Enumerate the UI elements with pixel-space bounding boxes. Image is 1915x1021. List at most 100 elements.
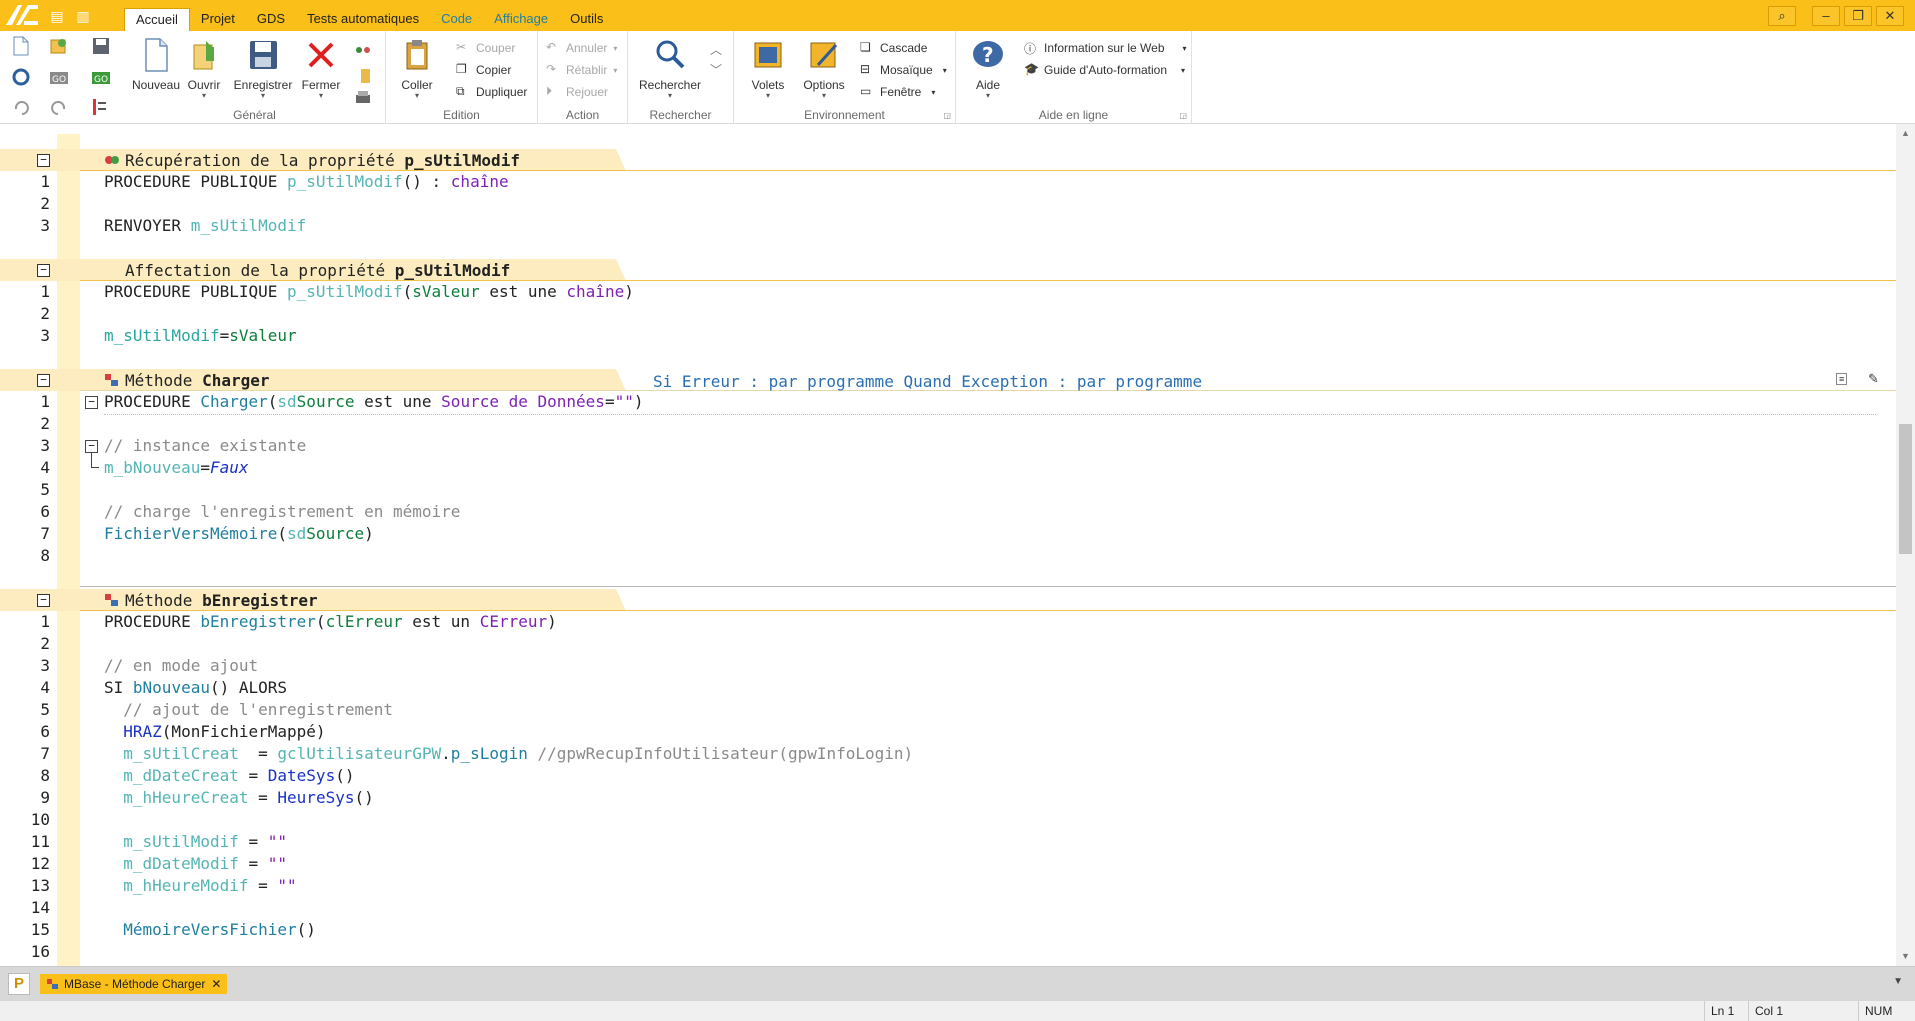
aide-button[interactable]: ? Aide ▾ [964,37,1012,103]
quick-access-window-icon[interactable]: ▤ [48,8,66,24]
print-icon[interactable] [352,87,374,109]
tab-outils[interactable]: Outils [559,8,614,31]
code-line[interactable]: 14 [0,897,1896,919]
project-button[interactable]: P [8,973,30,995]
collapse-toggle[interactable]: − [37,264,50,277]
annuler-button[interactable]: ↶ Annuler ▾ [546,38,617,58]
code-line[interactable]: 10 [0,809,1896,831]
code-line[interactable]: 3−// instance existante [0,435,1896,457]
code-line[interactable]: 4 SI bNouveau() ALORS [0,677,1896,699]
go-project-icon[interactable]: GO [48,66,70,88]
code-line[interactable]: 9 m_hHeureCreat = HeureSys() [0,787,1896,809]
code-line[interactable]: 15 MémoireVersFichier() [0,919,1896,941]
fermer-button[interactable]: Fermer ▾ [296,37,346,103]
collapse-toggle[interactable]: − [37,594,50,607]
code-line[interactable]: 7 FichierVersMémoire(sdSource) [0,523,1896,545]
code-line[interactable]: 4 m_bNouveau=Faux [0,457,1896,479]
collapse-toggle[interactable]: − [37,374,50,387]
collapse-toggle[interactable]: − [37,154,50,167]
code-line[interactable]: 1 PROCEDURE PUBLIQUE p_sUtilModif(sValeur… [0,281,1896,303]
tab-code[interactable]: Code [430,8,483,31]
tab-accueil[interactable]: Accueil [124,8,190,31]
save-small-icon[interactable] [90,35,112,57]
rechercher-button[interactable]: Rechercher ▾ [638,37,702,103]
error-handling-info[interactable]: Si Erreur : par programme Quand Exceptio… [653,372,1202,391]
enregistrer-button[interactable]: Enregistrer ▾ [232,37,294,103]
code-line[interactable]: 8 m_dDateCreat = DateSys() [0,765,1896,787]
retablir-button[interactable]: ↷ Rétablir ▾ [546,60,617,80]
tab-affichage[interactable]: Affichage [483,8,559,31]
code-line[interactable]: 3 m_sUtilModif=sValeur [0,325,1896,347]
info-web-button[interactable]: ⓘ Information sur le Web ▾ [1024,38,1187,58]
vertical-scrollbar[interactable]: ▲ ▼ [1896,124,1915,966]
code-line[interactable]: 2 [0,193,1896,215]
search-previous-icon[interactable]: ︿ [710,41,722,58]
nouveau-button[interactable]: Nouveau [128,37,184,103]
code-line[interactable]: 16 [0,941,1896,963]
code-line[interactable]: 3// en mode ajout [0,655,1896,677]
volets-button[interactable]: Volets ▾ [744,37,792,103]
fold-toggle[interactable]: − [85,396,98,409]
search-icon[interactable]: ⌕ [1768,6,1796,26]
code-line[interactable]: 1 PROCEDURE bEnregistrer(clErreur est un … [0,611,1896,633]
code-line[interactable]: 6// charge l'enregistrement en mémoire [0,501,1896,523]
magic-wand-icon[interactable]: ✎ [1868,371,1879,387]
fold-toggle[interactable]: − [85,440,98,453]
mosaique-button[interactable]: ⊟ Mosaïque ▾ [860,60,947,80]
restore-button[interactable]: ❐ [1844,6,1872,26]
chevron-down-icon: ▾ [201,91,206,100]
guide-button[interactable]: 🎓 Guide d'Auto-formation ▾ [1024,60,1185,80]
tab-tests-automatiques[interactable]: Tests automatiques [296,8,430,31]
windev-logo-icon[interactable] [4,3,40,27]
scroll-down-icon[interactable]: ▼ [1900,951,1911,962]
search-next-icon[interactable]: ﹀ [710,61,722,78]
code-line[interactable]: 1 PROCEDURE PUBLIQUE p_sUtilModif() : cha… [0,171,1896,193]
dupliquer-button[interactable]: ⧉ Dupliquer [456,82,527,102]
code-line[interactable]: 2 [0,413,1896,435]
couper-button[interactable]: ✂ Couper [456,38,515,58]
options-icon [810,42,838,68]
tab-gds[interactable]: GDS [246,8,296,31]
tab-projet[interactable]: Projet [190,8,246,31]
code-line[interactable]: 11 m_sUtilModif = "" [0,831,1896,853]
quick-access-layout-icon[interactable]: ▥ [74,8,92,24]
code-line[interactable]: 5 // ajout de l'enregistrement [0,699,1896,721]
chevron-down-icon: ▾ [985,91,990,100]
link-icon[interactable] [352,39,374,61]
code-line[interactable]: 13 m_hHeureModif = "" [0,875,1896,897]
sync-icon[interactable] [10,66,32,88]
code-editor[interactable]: − Récupération de la propriété p_sUtilMo… [0,134,1896,966]
code-line[interactable]: 2 [0,303,1896,325]
code-style-icon[interactable]: ≡ [1836,373,1848,385]
go-window-icon[interactable]: GO [90,66,112,88]
copier-button[interactable]: ❐ Copier [456,60,511,80]
replay-icon: ⏵ [546,84,553,98]
code-line[interactable]: 1− PROCEDURE Charger(sdSource est une Sou… [0,391,1896,413]
code-line[interactable]: 12 m_dDateModif = "" [0,853,1896,875]
compare-icon[interactable] [88,96,110,118]
ouvrir-button[interactable]: Ouvrir ▾ [180,37,228,103]
close-tab-icon[interactable]: ✕ [211,977,221,991]
rejouer-button[interactable]: ⏵ Rejouer [546,82,608,102]
code-line[interactable]: 6 HRAZ(MonFichierMappé) [0,721,1896,743]
redo-small-icon[interactable] [48,96,70,118]
bookmark-icon[interactable] [354,65,376,87]
minimize-button[interactable]: – [1812,6,1840,26]
cascade-button[interactable]: ❏ Cascade [860,38,927,58]
coller-button[interactable]: Coller ▾ [394,37,440,103]
chevron-down-icon[interactable]: ▼ [1893,976,1903,987]
undo-small-icon[interactable] [10,96,32,118]
scroll-up-icon[interactable]: ▲ [1900,128,1911,139]
scrollbar-thumb[interactable] [1899,424,1912,554]
code-line[interactable]: 2 [0,633,1896,655]
code-line[interactable]: 5 [0,479,1896,501]
code-line[interactable]: 3 RENVOYER m_sUtilModif [0,215,1896,237]
open-small-icon[interactable] [48,35,70,57]
code-line[interactable]: 7 m_sUtilCreat = gclUtilisateurGPW.p_sLo… [0,743,1896,765]
code-line[interactable]: 8 [0,545,1896,567]
new-doc-small-icon[interactable] [10,35,32,57]
document-tab[interactable]: MBase - Méthode Charger ✕ [40,974,228,994]
options-button[interactable]: Options ▾ [798,37,850,103]
fenetre-button[interactable]: ▭ Fenêtre ▾ [860,82,935,102]
close-window-button[interactable]: ✕ [1876,6,1904,26]
